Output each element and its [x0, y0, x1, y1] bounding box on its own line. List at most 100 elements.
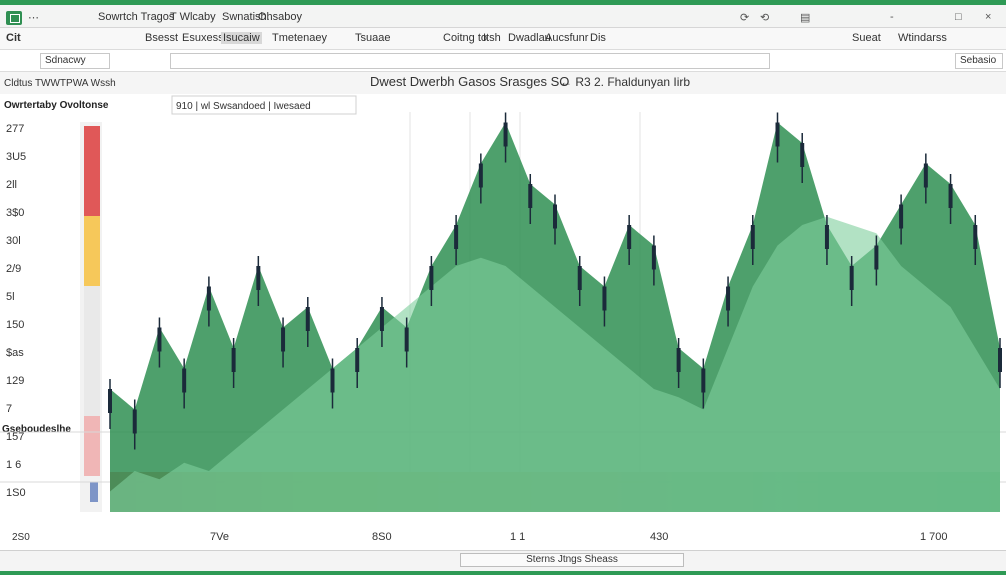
candle-body-22 [651, 245, 656, 270]
y-tick-label-4: 30l [6, 235, 21, 247]
chart-subtitle: ← R3 2. Fhaldunyan Iirb [560, 75, 690, 89]
x-tick-label-1: 8S0 [372, 531, 392, 543]
candle-body-16 [503, 122, 508, 147]
share-icon[interactable]: ▤ [800, 11, 810, 24]
candle-body-13 [429, 266, 434, 290]
scale-gray [84, 286, 100, 416]
y-tick-label-9: 129 [6, 375, 24, 387]
candle-body-3 [182, 368, 187, 393]
stock-area-chart: Cldtus TWWTPWA Wssh Dwest Dwerbh Gasos S… [0, 72, 1006, 550]
candle-body-6 [256, 266, 261, 290]
close-button[interactable]: × [985, 11, 991, 23]
candle-body-29 [824, 225, 829, 249]
spreadsheet-app-icon[interactable] [6, 11, 22, 25]
formula-bar: Sdnacwy Sebasio [0, 50, 1006, 72]
candle-body-1 [132, 409, 137, 434]
candle-body-25 [726, 286, 731, 311]
candle-body-26 [750, 225, 755, 249]
y-tick-label-10: 7 [6, 403, 12, 415]
y-tick-label-5: 2/9 [6, 263, 21, 275]
title-bar: ⋯ Sowrtch Tragos T Wlcaby Swnatish. Ohsa… [0, 0, 1006, 28]
formula-right-box[interactable]: Sebasio [955, 53, 1003, 69]
candle-body-19 [577, 266, 582, 290]
chart-area: Cldtus TWWTPWA Wssh Dwest Dwerbh Gasos S… [0, 72, 1006, 550]
bottom-left-label: 2S0 [12, 532, 30, 543]
x-tick-label-3: 430 [650, 531, 668, 543]
ribbon-menu-right-5[interactable]: Dis [590, 32, 606, 44]
y-tick-label-2: 2ll [6, 179, 17, 191]
maximize-button[interactable]: □ [955, 11, 962, 23]
candle-body-4 [206, 286, 211, 311]
chart-header-left: Cldtus TWWTPWA Wssh [4, 78, 116, 89]
candle-body-30 [849, 266, 854, 290]
minimize-button[interactable]: - [890, 11, 894, 23]
candle-body-23 [676, 348, 681, 372]
candle-body-27 [775, 122, 780, 147]
y-tick-label-12: 1 6 [6, 459, 21, 471]
candle-body-33 [923, 163, 928, 188]
name-box[interactable]: Sdnacwy [40, 53, 110, 69]
ribbon-menu-5[interactable]: Tsuaae [355, 32, 390, 44]
candle-body-32 [899, 204, 904, 229]
candle-body-34 [948, 184, 953, 208]
candle-body-2 [157, 327, 162, 352]
title-tab-2[interactable]: T Wlcaby [170, 11, 216, 23]
legend-text: 910 | wl Swsandoed | Iwesaed [176, 101, 311, 112]
sheet-tab[interactable]: Sterns Jtngs Sheass [460, 553, 684, 567]
candle-body-7 [281, 327, 286, 352]
candle-body-36 [998, 348, 1002, 372]
candle-body-10 [355, 348, 360, 372]
y-tick-label-13: 1S0 [6, 487, 26, 499]
chart-title: Dwest Dwerbh Gasos Srasges SO [370, 74, 569, 89]
y-tick-label-7: 150 [6, 319, 24, 331]
title-tab-1[interactable]: Sowrtch Tragos [98, 11, 174, 23]
ribbon-menu-1[interactable]: Bsesst [145, 32, 178, 44]
candle-body-14 [454, 225, 459, 249]
candle-body-18 [553, 204, 557, 229]
ribbon-menu-3[interactable]: Isucaiw [221, 32, 262, 44]
candle-body-28 [800, 143, 805, 167]
candle-body-5 [231, 348, 236, 372]
candle-body-0 [108, 389, 112, 413]
ribbon-menu-4[interactable]: Tmetenaey [272, 32, 327, 44]
y-tick-label-1: 3U5 [6, 151, 26, 163]
y-tick-label-8: $as [6, 347, 24, 359]
candle-body-12 [404, 327, 409, 352]
ribbon-menu-right-2[interactable]: Itsh [483, 32, 501, 44]
panel-title: Owrtertaby Ovoltonse [4, 100, 109, 111]
y-tick-label-11: 157 [6, 431, 24, 443]
ribbon-menu-right-4[interactable]: Aucsfunr [545, 32, 588, 44]
candle-body-31 [874, 245, 879, 270]
ribbon-right-1[interactable]: Sueat [852, 32, 881, 44]
y-tick-label-3: 3$0 [6, 207, 24, 219]
candle-body-24 [701, 368, 706, 393]
candle-body-15 [478, 163, 483, 188]
candle-body-35 [973, 225, 978, 249]
scale-red [84, 126, 100, 216]
candle-body-17 [528, 184, 533, 208]
history-icon[interactable]: ⟲ [760, 11, 769, 24]
x-tick-label-2: 1 1 [510, 531, 525, 543]
scale-pink [84, 416, 100, 476]
y-tick-label-0: 277 [6, 123, 24, 135]
ribbon-right-2[interactable]: Wtindarss [898, 32, 947, 44]
x-tick-label-4: 1 700 [920, 531, 948, 543]
status-accent-line [0, 571, 1006, 575]
window-menu-icon[interactable]: ⋯ [28, 11, 39, 24]
x-tick-label-0: 7Ve [210, 531, 229, 543]
title-tab-4[interactable]: Ohsaboy [258, 11, 302, 23]
ribbon-toolbar: Cit Bsesst Esuxess Isucaiw Tmetenaey Tsu… [0, 28, 1006, 50]
candle-body-8 [305, 307, 310, 331]
ribbon-menu-right-1[interactable]: Coitng to [443, 32, 487, 44]
formula-input[interactable] [170, 53, 770, 69]
candle-body-11 [379, 307, 384, 331]
status-bar: Sterns Jtngs Sheass [0, 550, 1006, 575]
refresh-icon[interactable]: ⟳ [740, 11, 749, 24]
candle-body-21 [627, 225, 632, 249]
scale-yellow [84, 216, 100, 286]
ribbon-left-label[interactable]: Cit [6, 32, 21, 44]
y-tick-label-6: 5l [6, 291, 15, 303]
candle-body-20 [602, 286, 607, 311]
candle-body-9 [330, 368, 335, 393]
ribbon-menu-2[interactable]: Esuxess [182, 32, 224, 44]
